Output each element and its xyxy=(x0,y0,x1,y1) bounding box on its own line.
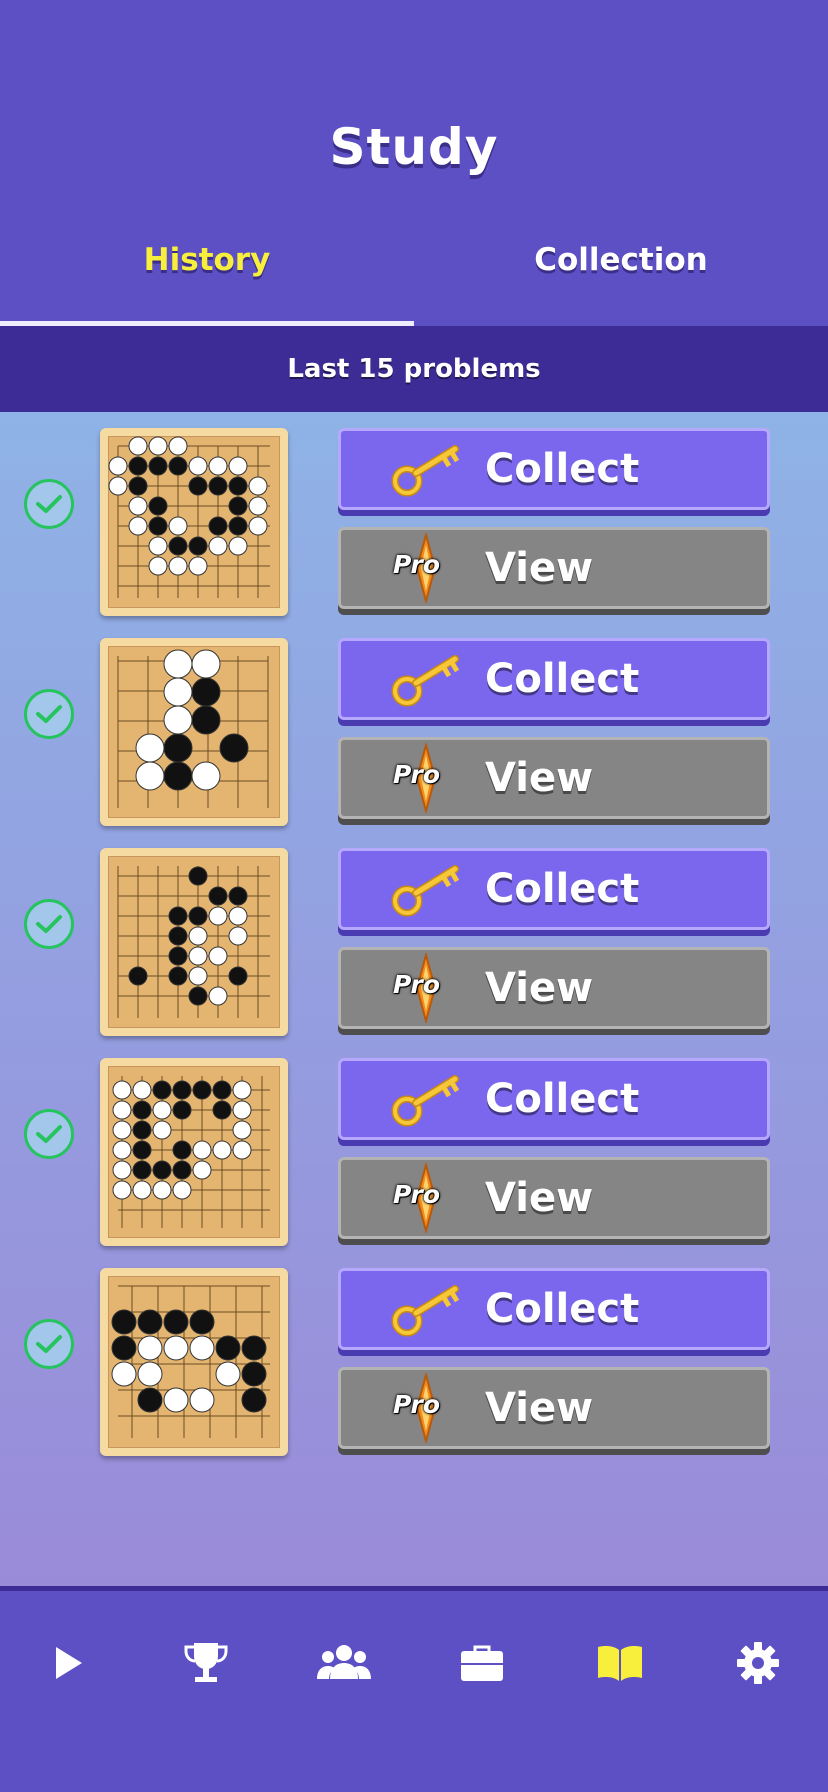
problem-item: Collect Pro View xyxy=(0,622,828,826)
view-label: View xyxy=(485,965,594,1011)
key-icon xyxy=(391,1075,460,1127)
key-icon xyxy=(391,1285,460,1337)
nav-friends[interactable] xyxy=(314,1633,374,1693)
section-header: Last 15 problems xyxy=(0,326,828,412)
go-board-thumbnail[interactable] xyxy=(100,428,288,616)
header: Study History Collection xyxy=(0,0,828,326)
tab-collection[interactable]: Collection xyxy=(414,242,828,278)
problem-item: Collect Pro View xyxy=(0,412,828,616)
collect-button[interactable]: Collect xyxy=(338,848,770,930)
nav-study[interactable] xyxy=(590,1633,650,1693)
problem-item: Collect Pro View xyxy=(0,1252,828,1456)
solved-check-icon xyxy=(24,479,74,529)
collect-label: Collect xyxy=(485,1076,640,1122)
problem-list[interactable]: Collect Pro View Collect Pro View Collec… xyxy=(0,412,828,1586)
view-button[interactable]: Pro View xyxy=(338,947,770,1029)
trophy-icon xyxy=(184,1643,228,1682)
briefcase-icon xyxy=(461,1645,503,1681)
view-label: View xyxy=(485,545,594,591)
collect-label: Collect xyxy=(485,1286,640,1332)
pro-badge-label: Pro xyxy=(393,1390,441,1419)
collect-button[interactable]: Collect xyxy=(338,638,770,720)
key-icon xyxy=(391,445,460,497)
solved-check-icon xyxy=(24,1109,74,1159)
view-label: View xyxy=(485,1385,594,1431)
nav-trophy[interactable] xyxy=(176,1633,236,1693)
view-button[interactable]: Pro View xyxy=(338,1157,770,1239)
solved-check-icon xyxy=(24,689,74,739)
view-button[interactable]: Pro View xyxy=(338,1367,770,1449)
collect-button[interactable]: Collect xyxy=(338,1268,770,1350)
view-label: View xyxy=(485,755,594,801)
problem-item: Collect Pro View xyxy=(0,1042,828,1246)
collect-button[interactable]: Collect xyxy=(338,428,770,510)
go-board-thumbnail[interactable] xyxy=(100,848,288,1036)
tab-history[interactable]: History xyxy=(0,242,414,278)
solved-check-icon xyxy=(24,899,74,949)
page-title: Study xyxy=(329,118,499,176)
pro-badge-label: Pro xyxy=(393,550,441,579)
nav-play[interactable] xyxy=(38,1633,98,1693)
collect-label: Collect xyxy=(485,866,640,912)
friends-icon xyxy=(317,1645,371,1679)
nav-briefcase[interactable] xyxy=(452,1633,512,1693)
problem-item: Collect Pro View xyxy=(0,832,828,1036)
go-board-thumbnail[interactable] xyxy=(100,1058,288,1246)
play-icon xyxy=(56,1647,82,1679)
nav-settings[interactable] xyxy=(728,1633,788,1693)
solved-check-icon xyxy=(24,1319,74,1369)
go-board-thumbnail[interactable] xyxy=(100,1268,288,1456)
section-header-label: Last 15 problems xyxy=(287,354,541,384)
go-board-thumbnail[interactable] xyxy=(100,638,288,826)
key-icon xyxy=(391,865,460,917)
pro-badge-label: Pro xyxy=(393,1180,441,1209)
collect-label: Collect xyxy=(485,656,640,702)
view-label: View xyxy=(485,1175,594,1221)
view-button[interactable]: Pro View xyxy=(338,737,770,819)
collect-button[interactable]: Collect xyxy=(338,1058,770,1140)
key-icon xyxy=(391,655,460,707)
book-icon xyxy=(598,1646,642,1681)
pro-badge-label: Pro xyxy=(393,970,441,999)
bottom-nav xyxy=(0,1591,828,1792)
view-button[interactable]: Pro View xyxy=(338,527,770,609)
collect-label: Collect xyxy=(485,446,640,492)
gear-icon xyxy=(737,1642,779,1684)
pro-badge-label: Pro xyxy=(393,760,441,789)
